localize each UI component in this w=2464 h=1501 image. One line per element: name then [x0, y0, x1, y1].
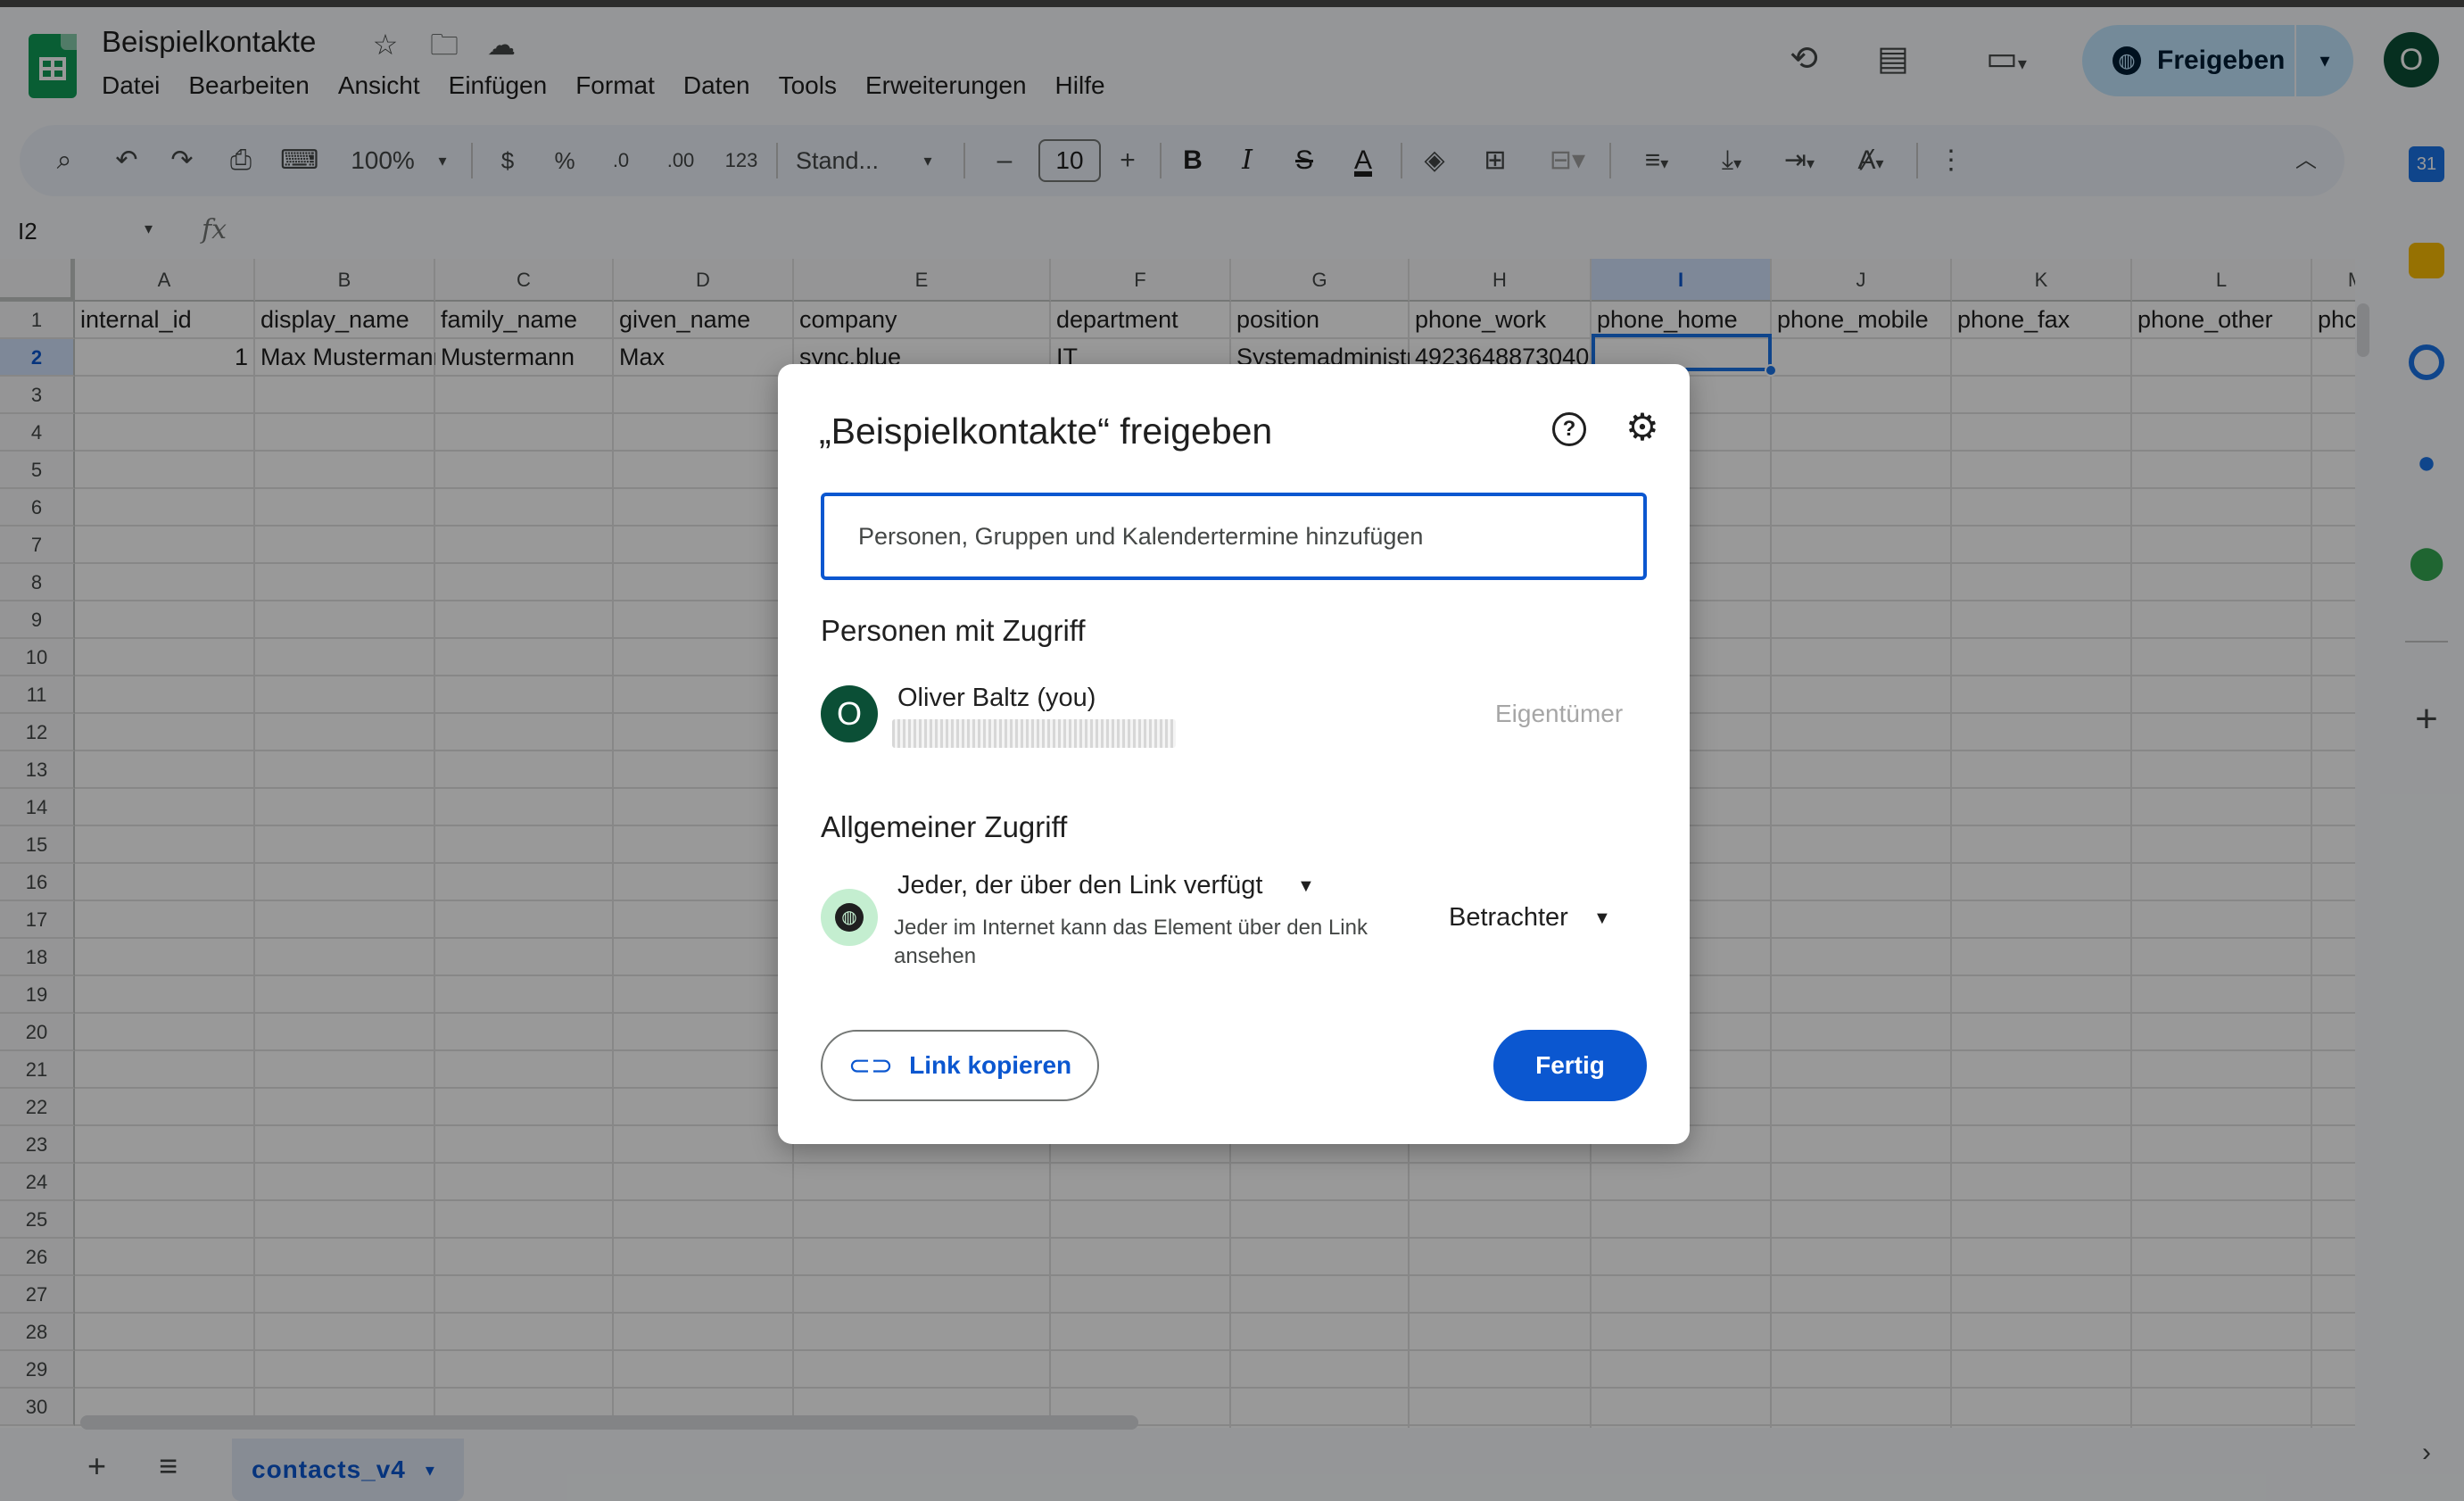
add-people-input[interactable] — [821, 493, 1647, 580]
done-button[interactable]: Fertig — [1493, 1030, 1647, 1101]
globe-icon: ◍ — [835, 903, 864, 932]
sheets-app: Beispielkontakte ☆ 🗀 ☁ Datei Bearbeiten … — [0, 0, 2464, 1501]
role-select[interactable]: Betrachter — [1449, 903, 1568, 933]
user-avatar: O — [821, 685, 878, 742]
general-access-select[interactable]: Jeder, der über den Link verfügt — [897, 871, 1262, 900]
general-access-description: Jeder im Internet kann das Element über … — [894, 916, 1368, 968]
user-email-redacted — [892, 719, 1176, 748]
help-icon[interactable]: ? — [1552, 412, 1586, 446]
user-name: Oliver Baltz (you) — [897, 684, 1096, 712]
share-dialog: „Beispielkontakte“ freigeben ? ⚙ Persone… — [778, 364, 1690, 1144]
copy-link-button[interactable]: ⊂⊃ Link kopieren — [821, 1030, 1099, 1101]
owner-role-label: Eigentümer — [1495, 700, 1624, 727]
general-access-chevron-down-icon[interactable]: ▼ — [1297, 876, 1315, 897]
general-access-heading: Allgemeiner Zugriff — [821, 810, 1068, 843]
people-with-access-heading: Personen mit Zugriff — [821, 614, 1086, 647]
role-chevron-down-icon[interactable]: ▼ — [1593, 908, 1611, 929]
share-dialog-title: „Beispielkontakte“ freigeben — [819, 410, 1273, 452]
link-icon: ⊂⊃ — [848, 1050, 894, 1081]
copy-link-label: Link kopieren — [909, 1051, 1072, 1079]
gear-icon[interactable]: ⚙ — [1622, 407, 1663, 448]
general-access-icon-wrap: ◍ — [821, 889, 878, 946]
